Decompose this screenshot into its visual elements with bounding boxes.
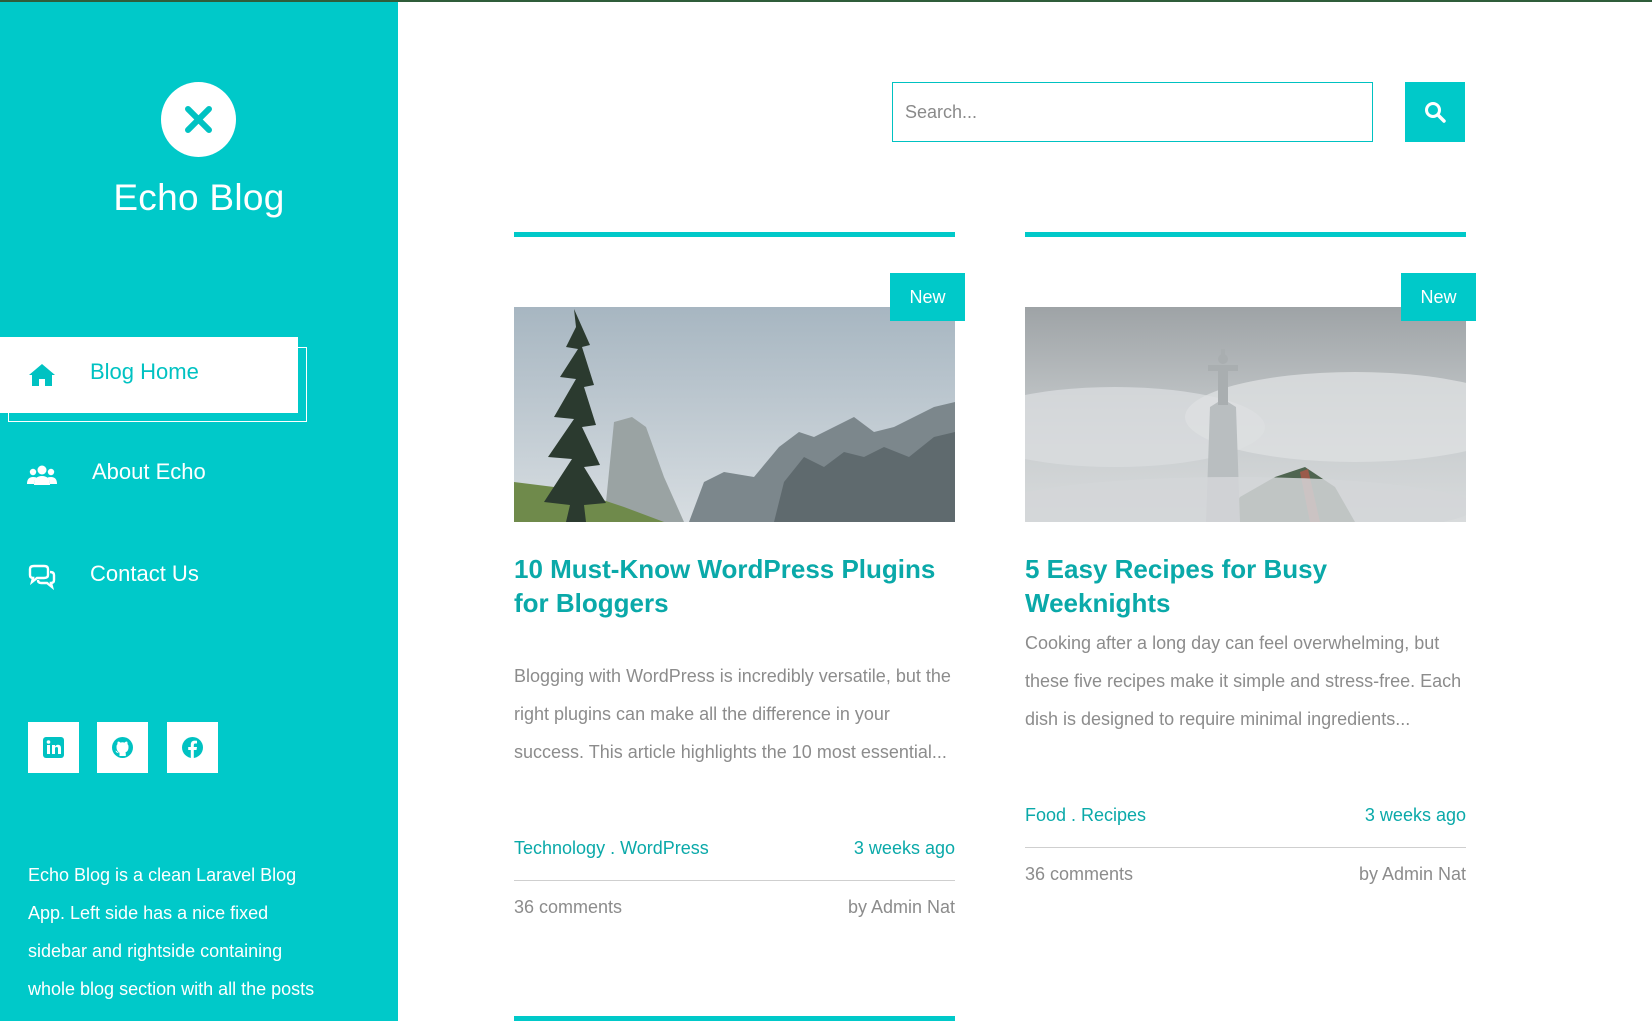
sidebar-item-about-echo[interactable]: About Echo <box>0 437 310 513</box>
close-icon <box>185 106 212 133</box>
new-badge: New <box>1401 273 1476 321</box>
post-thumbnail[interactable] <box>1025 307 1466 522</box>
facebook-button[interactable] <box>167 722 218 773</box>
home-icon <box>29 364 55 386</box>
sidebar-about-text: Echo Blog is a clean Laravel Blog App. L… <box>28 865 315 999</box>
linkedin-button[interactable] <box>28 722 79 773</box>
card-top-bar <box>1025 232 1466 237</box>
users-icon <box>27 465 57 485</box>
sidebar: Echo Blog Blog Home About Echo Contact U… <box>0 2 398 1021</box>
sidebar-item-blog-home[interactable]: Blog Home <box>0 337 298 413</box>
post-excerpt: Cooking after a long day can feel overwh… <box>1025 633 1462 729</box>
card-top-bar <box>514 232 955 237</box>
search-input[interactable] <box>892 82 1373 142</box>
post-categories[interactable]: Food . Recipes <box>1025 805 1146 826</box>
facebook-icon <box>182 737 203 758</box>
card-top-bar <box>514 1016 955 1021</box>
sidebar-item-contact-us[interactable]: Contact Us <box>0 539 310 615</box>
brand-title: Echo Blog <box>113 177 285 218</box>
github-icon <box>112 737 133 758</box>
post-comments[interactable]: 36 comments <box>514 897 622 918</box>
search-icon <box>1425 102 1446 123</box>
post-time: 3 weeks ago <box>1364 805 1466 825</box>
card-divider <box>514 880 955 881</box>
linkedin-icon <box>43 737 64 758</box>
post-time: 3 weeks ago <box>853 838 955 858</box>
search-button[interactable] <box>1405 82 1465 142</box>
post-title[interactable]: 5 Easy Recipes for Busy Weeknights <box>1025 552 1466 620</box>
post-comments[interactable]: 36 comments <box>1025 864 1133 885</box>
post-title[interactable]: 10 Must-Know WordPress Plugins for Blogg… <box>514 552 955 620</box>
logo[interactable] <box>161 82 236 157</box>
sidebar-item-label: Contact Us <box>90 561 199 586</box>
new-badge: New <box>890 273 965 321</box>
post-excerpt: Blogging with WordPress is incredibly ve… <box>514 666 951 762</box>
github-button[interactable] <box>97 722 148 773</box>
post-author: by Admin Nat <box>847 897 955 917</box>
post-thumbnail[interactable] <box>514 307 955 522</box>
sidebar-item-label: About Echo <box>92 459 206 484</box>
chat-icon <box>28 564 56 591</box>
sidebar-item-label: Blog Home <box>90 359 199 384</box>
post-categories[interactable]: Technology . WordPress <box>514 838 709 859</box>
card-divider <box>1025 847 1466 848</box>
post-author: by Admin Nat <box>1358 864 1466 884</box>
